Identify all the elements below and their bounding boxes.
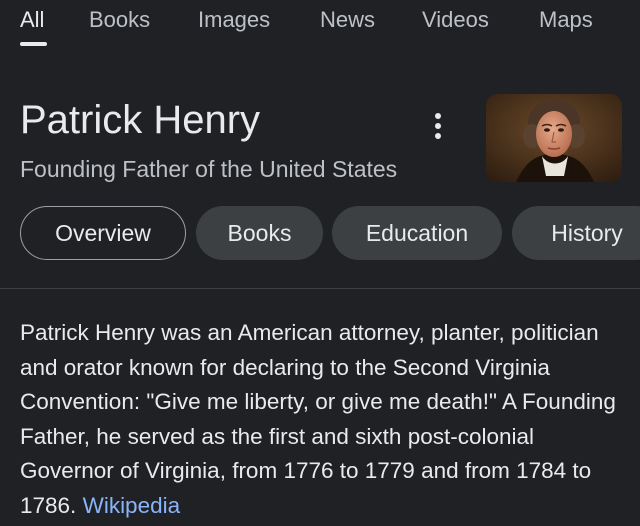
entity-subtitle: Founding Father of the United States: [20, 156, 398, 182]
description-text: Patrick Henry was an American attorney, …: [20, 320, 616, 518]
tab-maps[interactable]: Maps: [539, 6, 593, 34]
chip-books[interactable]: Books: [196, 206, 323, 260]
chip-education[interactable]: Education: [332, 206, 502, 260]
search-tabs-bar: All Books Images News Videos Maps: [0, 0, 640, 46]
entity-description: Patrick Henry was an American attorney, …: [20, 316, 620, 523]
tab-all[interactable]: All: [20, 6, 44, 34]
entity-title: Patrick Henry: [20, 98, 261, 142]
portrait-painting: [486, 94, 622, 182]
section-divider: [0, 288, 640, 289]
chip-history[interactable]: History: [512, 206, 640, 260]
tab-images[interactable]: Images: [198, 6, 270, 34]
wikipedia-source-link[interactable]: Wikipedia: [83, 493, 181, 518]
tab-videos[interactable]: Videos: [422, 6, 489, 34]
tab-books[interactable]: Books: [89, 6, 150, 34]
more-options-button[interactable]: [424, 108, 452, 144]
active-tab-indicator: [20, 42, 47, 46]
tab-news[interactable]: News: [320, 6, 375, 34]
entity-chips: Overview Books Education History: [0, 206, 640, 262]
portrait-image[interactable]: [486, 94, 622, 182]
chip-overview[interactable]: Overview: [20, 206, 186, 260]
